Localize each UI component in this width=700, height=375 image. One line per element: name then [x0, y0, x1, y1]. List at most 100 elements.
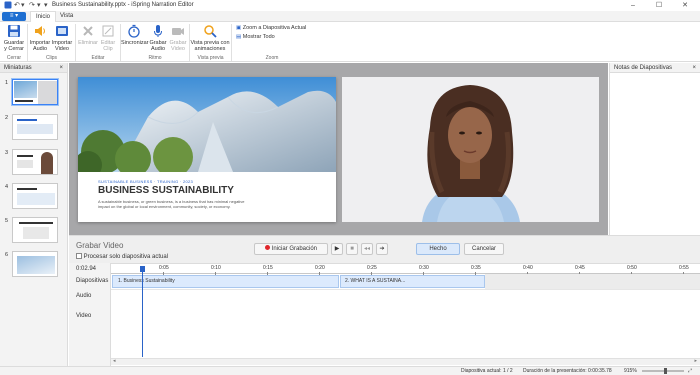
window-title: Business Sustainability.pptx - iSpring N… [52, 2, 194, 8]
group-label-close: Cerrar [6, 55, 22, 61]
thumbnails-title: Miniaturas [4, 65, 32, 71]
customize-toolbar-icon[interactable]: ▾ [44, 0, 48, 11]
slide-body: A sustainable business, or green busines… [98, 199, 245, 209]
preview-animations-button[interactable]: Vista previa con animaciones [190, 24, 230, 52]
tab-home[interactable]: Inicio [30, 11, 57, 22]
slide-clip-2[interactable]: 2. WHAT IS A SUSTAINA... [340, 275, 485, 288]
save-close-label: Guardar y Cerrar [3, 40, 25, 52]
show-all-button[interactable]: ▤ Mostrar Todo [236, 33, 275, 41]
preview-magnifier-icon [204, 25, 217, 38]
slide-title: BUSINESS SUSTAINABILITY [98, 185, 234, 196]
zoom-slider[interactable] [642, 370, 684, 372]
track-label-audio: Audio [76, 293, 92, 299]
process-current-slide-checkbox[interactable]: Procesar solo diapositiva actual [76, 253, 168, 260]
thumb-number: 1 [5, 80, 9, 86]
delete-label: Eliminar [78, 40, 98, 46]
timeline-scrollbar[interactable]: ◂ ▸ [111, 358, 700, 365]
play-button[interactable]: ▶ [331, 243, 343, 255]
thumb-number: 3 [5, 150, 9, 156]
ruler-tick-label: 0:25 [367, 265, 377, 271]
film-icon [56, 26, 68, 36]
undo-icon[interactable]: ↶ [14, 0, 20, 11]
presenter-video [422, 85, 520, 222]
ruler-tick-label: 0:15 [263, 265, 273, 271]
zoom-slide-icon: ▣ [236, 25, 242, 31]
thumbnails-header: Miniaturas × [0, 63, 67, 73]
playhead-line [142, 272, 143, 357]
status-current-slide: Diapositiva actual: 1 / 2 [461, 368, 513, 374]
record-audio-label: Grabar Audio [149, 40, 167, 52]
record-video-button[interactable]: Grabar Video [168, 24, 188, 52]
zoom-level: 915% [624, 368, 637, 374]
slide-kicker: SUSTAINABLE BUSINESS · TRAINING · 2023 [98, 179, 194, 184]
ribbon-tab-row [0, 11, 700, 22]
thumbnail-slide-6[interactable] [12, 251, 58, 277]
delete-button[interactable]: Eliminar [77, 24, 99, 46]
maximize-button[interactable]: ☐ [648, 0, 670, 11]
group-label-edit: Editar [91, 55, 105, 61]
scroll-right-icon[interactable]: ▸ [694, 358, 697, 364]
close-notes-icon[interactable]: × [692, 63, 696, 73]
sync-label: Sincronizar [121, 40, 149, 46]
thumb-number: 2 [5, 115, 9, 121]
camera-icon [172, 28, 184, 35]
zoom-current-label: Zoom a Diapositiva Actual [242, 25, 307, 31]
scroll-left-icon[interactable]: ◂ [113, 358, 116, 364]
ruler-tick-label: 0:55 [679, 265, 689, 271]
thumb-number: 6 [5, 252, 9, 258]
thumbnail-slide-4[interactable] [12, 183, 58, 209]
import-video-button[interactable]: Importar Video [51, 24, 73, 52]
stop-button[interactable]: ■ [346, 243, 358, 255]
tab-view[interactable]: Vista [55, 11, 78, 22]
close-window-button[interactable]: ✕ [674, 0, 696, 11]
import-audio-button[interactable]: Importar Audio [29, 24, 51, 52]
redo-dropdown-icon[interactable]: ▾ [37, 0, 41, 11]
track-label-slides: Diapositivas [76, 278, 109, 284]
file-menu-button[interactable]: ≡ ▾ [2, 12, 26, 21]
sync-button[interactable]: Sincronizar [121, 24, 149, 46]
next-slide-button[interactable]: ➔ [376, 243, 388, 255]
zoom-current-slide-button[interactable]: ▣ Zoom a Diapositiva Actual [236, 24, 306, 32]
thumbnail-slide-3[interactable] [12, 149, 58, 175]
thumbnail-slide-5[interactable] [12, 217, 58, 243]
group-label-rhythm: Ritmo [148, 55, 162, 61]
edit-clip-label: Editar Clip [100, 40, 116, 52]
record-video-title: Grabar Video [76, 241, 124, 250]
ruler-tick-label: 0:05 [159, 265, 169, 271]
preview-animations-label: Vista previa con animaciones [190, 40, 230, 52]
notes-title: Notas de Diapositivas [614, 65, 673, 71]
start-recording-button[interactable]: Iniciar Grabación [254, 243, 328, 255]
cancel-button[interactable]: Cancelar [464, 243, 504, 255]
play-icon: ▶ [334, 246, 340, 252]
rewind-button[interactable]: ◂◂ [361, 243, 373, 255]
edit-clip-button[interactable]: Editar Clip [98, 24, 118, 52]
record-dot-icon [264, 245, 270, 250]
stopwatch-icon [128, 24, 140, 38]
close-thumbnails-icon[interactable]: × [59, 63, 63, 73]
thumbnail-slide-2[interactable] [12, 114, 58, 140]
stop-icon: ■ [350, 246, 354, 252]
webcam-preview [342, 77, 599, 222]
zoom-slider-thumb[interactable] [664, 368, 667, 374]
slide-clip-label: 1. Business Sustainability [118, 278, 175, 284]
thumbnail-slide-1[interactable] [12, 79, 58, 105]
save-close-button[interactable]: Guardar y Cerrar [2, 24, 26, 52]
fit-to-window-icon[interactable]: ⤢ [688, 367, 692, 375]
slide-clip-1[interactable]: 1. Business Sustainability [112, 275, 339, 288]
redo-icon[interactable]: ↷ [29, 0, 35, 11]
microphone-icon [154, 25, 162, 37]
current-time: 0:02.94 [76, 266, 97, 272]
record-audio-button[interactable]: Grabar Audio [148, 24, 168, 52]
rewind-icon: ◂◂ [363, 246, 371, 252]
ruler-tick-label: 0:20 [315, 265, 325, 271]
minimize-button[interactable]: – [622, 0, 644, 11]
group-label-clips: Clips [45, 55, 58, 61]
done-button[interactable]: Hecho [416, 243, 460, 255]
undo-dropdown-icon[interactable]: ▾ [21, 0, 25, 11]
ruler-tick-label: 0:10 [211, 265, 221, 271]
import-audio-label: Importar Audio [29, 40, 51, 52]
show-all-icon: ▤ [236, 34, 242, 40]
ruler-tick-label: 0:45 [575, 265, 585, 271]
save-icon [8, 25, 20, 37]
status-bar: Diapositiva actual: 1 / 2 Duración de la… [0, 366, 700, 375]
